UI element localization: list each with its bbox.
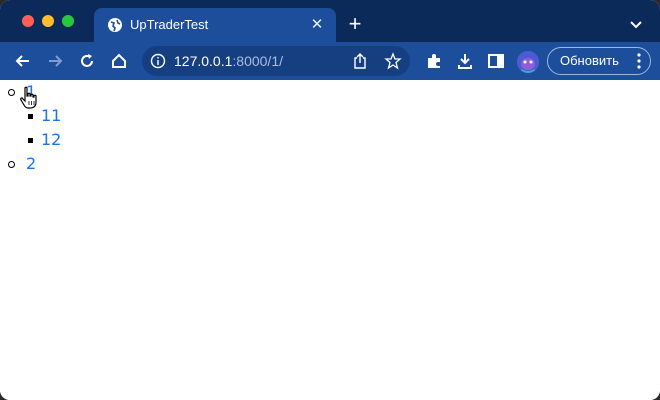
browser-window: UpTraderTest ✕ + 127.0.0.1:8000/1/ Обнов… [0,0,660,400]
star-icon[interactable] [384,52,402,70]
tab-active[interactable]: UpTraderTest ✕ [94,8,336,42]
close-tab-icon[interactable]: ✕ [308,16,326,34]
new-tab-button[interactable]: + [344,13,366,35]
toolbar: 127.0.0.1:8000/1/ Обновить [0,42,660,80]
submenu-link[interactable]: 12 [41,131,61,149]
url-host: 127.0.0.1 [174,53,233,69]
info-icon[interactable] [150,53,166,69]
profile-avatar[interactable] [517,51,539,73]
url-text[interactable]: 127.0.0.1:8000/1/ [174,53,283,69]
update-button[interactable]: Обновить [547,47,651,75]
tab-title: UpTraderTest [130,17,209,32]
zoom-window-button[interactable] [62,15,74,27]
home-icon[interactable] [109,51,129,71]
minimize-window-button[interactable] [42,15,54,27]
menu-link[interactable]: 2 [26,155,36,173]
url-path: :8000/1/ [232,53,283,69]
globe-icon [108,18,122,32]
page-content: 1 11 12 2 [0,80,660,400]
bullet-square [28,114,33,119]
bullet-circle [8,161,15,168]
update-button-label: Обновить [560,53,619,68]
bullet-circle [8,89,15,96]
forward-arrow-icon[interactable] [45,51,65,71]
reload-icon[interactable] [77,51,97,71]
share-icon[interactable] [352,52,368,70]
back-arrow-icon[interactable] [13,51,33,71]
tab-strip: UpTraderTest ✕ + [0,0,660,42]
close-window-button[interactable] [22,15,34,27]
avatar-icon [517,51,539,73]
bullet-square [28,138,33,143]
more-vertical-icon[interactable] [637,53,641,69]
submenu-link[interactable]: 11 [41,107,61,125]
download-icon[interactable] [455,51,475,71]
side-panel-icon[interactable] [486,51,506,71]
address-bar[interactable]: 127.0.0.1:8000/1/ [142,46,410,76]
puzzle-icon[interactable] [424,51,444,71]
hand-pointer-icon [20,86,37,109]
chevron-down-icon[interactable] [626,14,646,34]
